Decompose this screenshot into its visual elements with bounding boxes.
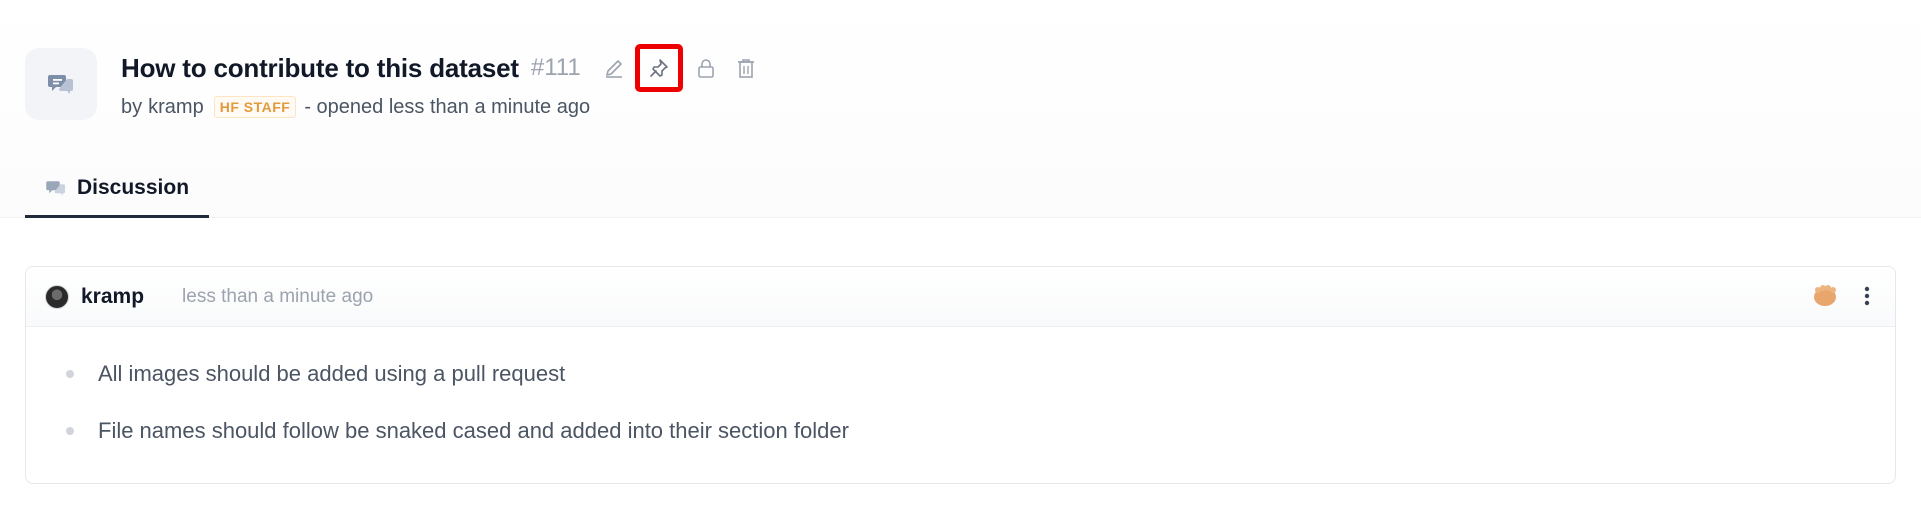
pin-icon[interactable]: [634, 44, 683, 92]
staff-badge: HF STAFF: [213, 96, 297, 118]
discussion-title: How to contribute to this dataset: [121, 52, 519, 83]
author-link[interactable]: kramp: [148, 96, 204, 119]
by-label: by: [121, 95, 143, 118]
add-reaction-icon[interactable]: [1809, 281, 1841, 311]
tab-label: Discussion: [77, 175, 190, 199]
comment-header: kramp less than a minute ago: [26, 267, 1895, 327]
discussion-tab-icon: [45, 179, 67, 197]
title-row: How to contribute to this dataset #111: [121, 44, 763, 92]
bullet-dot: [66, 369, 74, 378]
edit-icon[interactable]: [597, 51, 631, 85]
tab-discussion[interactable]: Discussion: [25, 160, 209, 218]
list-item-text: File names should follow be snaked cased…: [98, 417, 849, 443]
discussion-header: How to contribute to this dataset #111 b…: [0, 0, 1921, 218]
list-item: File names should follow be snaked cased…: [26, 402, 1895, 459]
trash-icon[interactable]: [729, 51, 763, 85]
discussion-number: #111: [530, 54, 581, 81]
comment-card: kramp less than a minute ago All images …: [25, 266, 1896, 484]
comment-body: All images should be added using a pull …: [26, 327, 1895, 459]
discussion-meta: by kramp HF STAFF - opened less than a m…: [121, 92, 590, 122]
avatar[interactable]: [45, 284, 69, 309]
list-item-text: All images should be added using a pull …: [98, 360, 566, 386]
discussion-icon: [25, 48, 97, 120]
list-item: All images should be added using a pull …: [26, 345, 1895, 402]
lock-icon[interactable]: [689, 51, 723, 85]
opened-time: - opened less than a minute ago: [304, 95, 591, 118]
bullet-dot: [66, 426, 74, 435]
comment-time[interactable]: less than a minute ago: [182, 286, 373, 308]
more-options-icon[interactable]: [1855, 281, 1879, 311]
comment-username[interactable]: kramp: [81, 285, 144, 309]
